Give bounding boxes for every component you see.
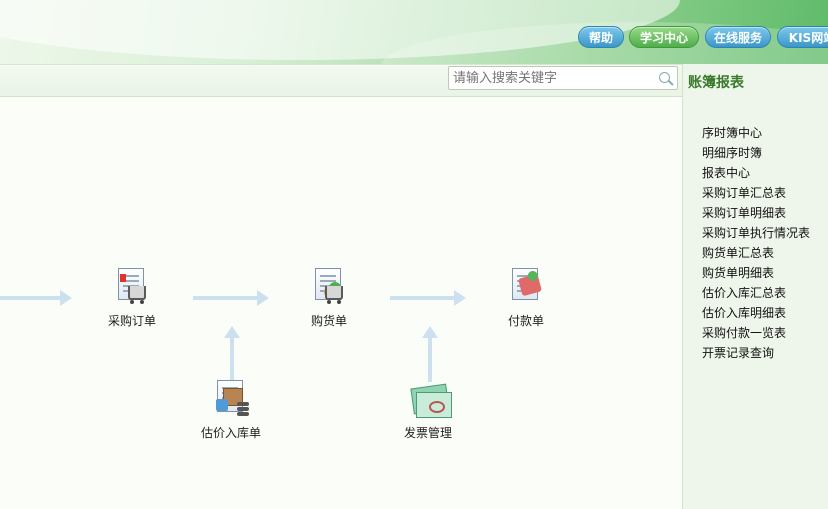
flow-arrow-right: [390, 290, 466, 306]
search-icon[interactable]: [659, 72, 670, 83]
report-link[interactable]: 采购订单执行情况表: [702, 223, 810, 243]
report-link[interactable]: 序时簿中心: [702, 123, 810, 143]
report-link[interactable]: 采购订单明细表: [702, 203, 810, 223]
flow-arrow-up: [224, 326, 240, 382]
node-invoice-management[interactable]: 发票管理: [388, 380, 468, 441]
search-box[interactable]: [448, 66, 678, 90]
report-list: 序时簿中心 明细序时簿 报表中心 采购订单汇总表 采购订单明细表 采购订单执行情…: [702, 123, 810, 363]
node-label: 采购订单: [107, 314, 156, 328]
purchase-order-icon: [112, 268, 152, 308]
learning-center-button[interactable]: 学习中心: [629, 26, 699, 48]
app-header: [0, 0, 828, 64]
node-purchase-receipt[interactable]: 购货单: [289, 268, 369, 329]
node-estimated-stock-in[interactable]: 估价入库单: [191, 380, 271, 441]
help-button[interactable]: 帮助: [578, 26, 624, 48]
online-service-button[interactable]: 在线服务: [705, 26, 771, 48]
flow-arrow-right: [193, 290, 269, 306]
node-payment[interactable]: 付款单: [486, 268, 566, 329]
node-label: 付款单: [507, 314, 544, 328]
search-input[interactable]: [453, 69, 653, 87]
purchase-receipt-icon: [309, 268, 349, 308]
node-purchase-order[interactable]: 采购订单: [92, 268, 172, 329]
report-link[interactable]: 估价入库汇总表: [702, 283, 810, 303]
kis-website-button[interactable]: KIS网站: [777, 26, 828, 48]
node-label: 发票管理: [403, 426, 452, 440]
report-link[interactable]: 报表中心: [702, 163, 810, 183]
report-panel-title: 账簿报表: [688, 75, 744, 91]
invoice-icon: [408, 380, 452, 420]
flow-arrow-right: [0, 290, 72, 306]
node-label: 估价入库单: [200, 426, 261, 440]
estimated-stock-in-icon: [211, 380, 251, 420]
report-link[interactable]: 开票记录查询: [702, 343, 810, 363]
payment-icon: [506, 268, 546, 308]
report-link[interactable]: 购货单明细表: [702, 263, 810, 283]
report-link[interactable]: 采购订单汇总表: [702, 183, 810, 203]
flow-arrow-up: [422, 326, 438, 382]
report-link[interactable]: 购货单汇总表: [702, 243, 810, 263]
report-link[interactable]: 估价入库明细表: [702, 303, 810, 323]
report-link[interactable]: 采购付款一览表: [702, 323, 810, 343]
node-label: 购货单: [310, 314, 347, 328]
workflow-canvas: 采购订单 购货单 付款单 估价入库单 发票管理: [0, 98, 682, 509]
report-link[interactable]: 明细序时簿: [702, 143, 810, 163]
